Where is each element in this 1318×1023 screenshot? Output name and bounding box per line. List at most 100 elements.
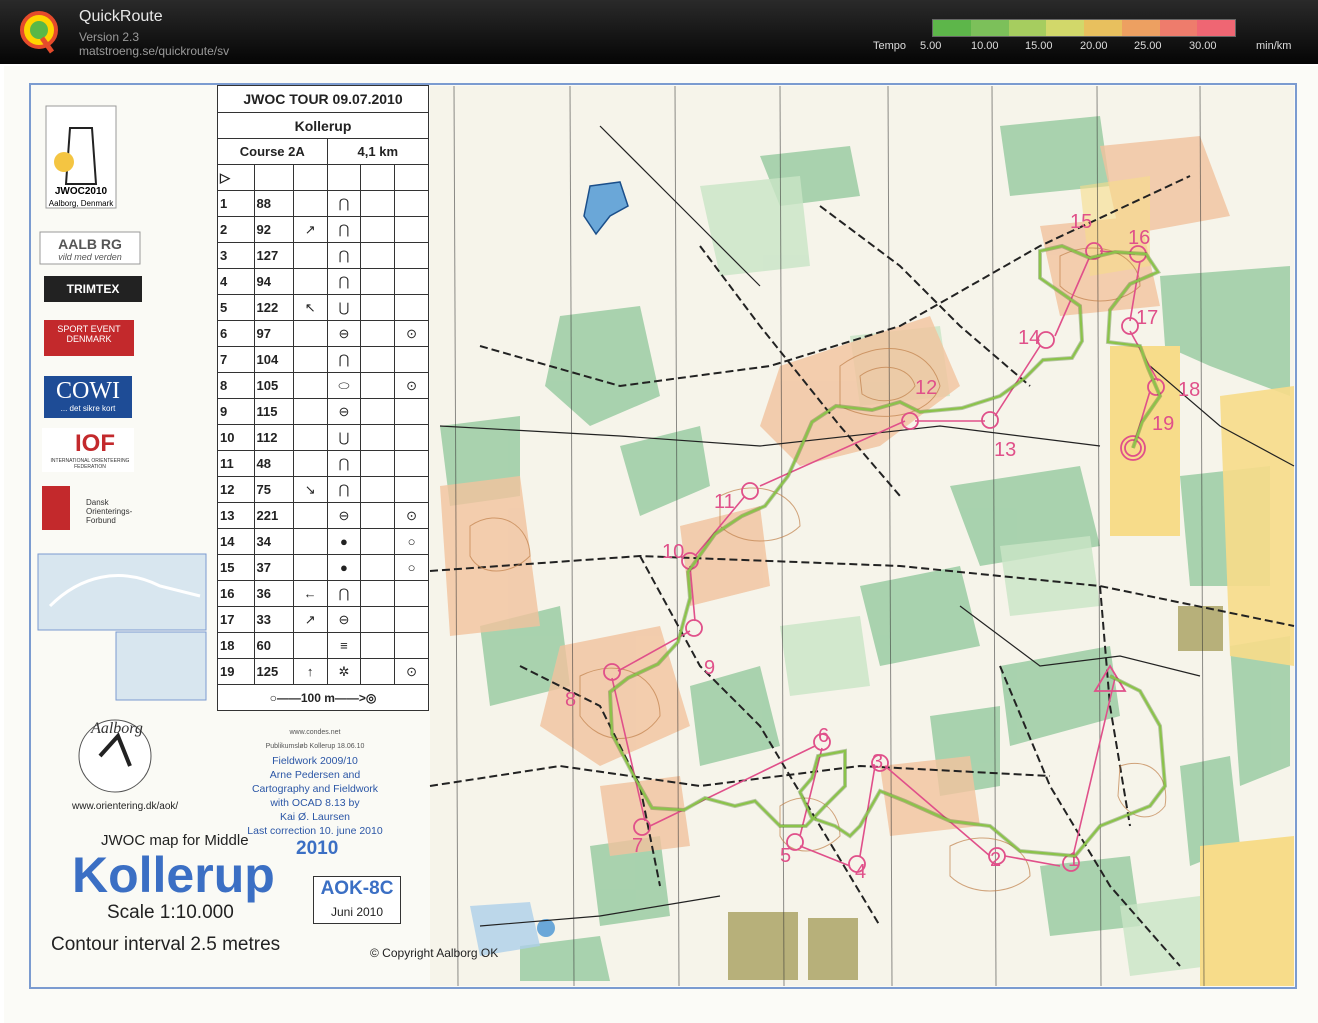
control-label: 19: [1152, 413, 1174, 435]
control-direction: [292, 450, 328, 477]
control-empty: [360, 216, 396, 243]
control-feature: ●: [326, 528, 362, 555]
control-number: 1: [217, 190, 255, 217]
control-number: 17: [217, 606, 255, 633]
credit-ocad: with OCAD 8.13 by: [270, 797, 360, 809]
control-number: 10: [217, 424, 255, 451]
control-number: 13: [217, 502, 255, 529]
control-label: 18: [1178, 379, 1200, 401]
control-row: 13 221 ⊖ ⊙: [217, 502, 429, 529]
control-code: 112: [253, 424, 294, 451]
control-direction: [292, 424, 328, 451]
tempo-color-swatch: [1046, 20, 1084, 36]
control-label: 13: [994, 439, 1016, 461]
control-code: 125: [253, 658, 294, 685]
control-extra: [394, 294, 429, 321]
control-feature: ⋃: [326, 294, 362, 321]
control-label: 3: [872, 751, 883, 773]
control-code: 37: [253, 554, 294, 581]
credit-cartography: Cartography and Fieldwork: [251, 783, 379, 795]
control-feature: ⊖: [326, 502, 362, 529]
control-empty: [360, 372, 396, 399]
control-extra: ⊙: [394, 372, 429, 399]
course-length: 4,1 km: [326, 138, 430, 165]
control-extra: [394, 398, 429, 425]
control-code: 34: [253, 528, 294, 555]
control-direction: [292, 346, 328, 373]
control-label: 11: [714, 491, 735, 513]
control-code: 122: [253, 294, 294, 321]
tempo-color-swatch: [1121, 20, 1160, 36]
control-number: 8: [217, 372, 255, 399]
control-code: 115: [253, 398, 294, 425]
control-row: 9 115 ⊖: [217, 398, 429, 425]
tempo-label: Tempo: [873, 40, 907, 52]
control-direction: [292, 528, 328, 555]
control-label: 10: [662, 541, 684, 563]
control-direction: [292, 268, 328, 295]
control-direction: ↑: [292, 658, 328, 685]
start-symbol: ▷: [217, 164, 255, 191]
control-label: 14: [1018, 327, 1040, 349]
control-number: 18: [217, 632, 255, 659]
control-number: 4: [217, 268, 255, 295]
control-number: 5: [217, 294, 255, 321]
control-feature: ⋂: [326, 268, 362, 295]
map-date: Juni 2010: [313, 901, 401, 924]
control-number: 9: [217, 398, 255, 425]
control-row: 11 48 ⋂: [217, 450, 429, 477]
tempo-color-scale: [932, 19, 1236, 37]
control-number: 14: [217, 528, 255, 555]
control-empty: [360, 554, 396, 581]
control-row: 12 75 ↘ ⋂: [217, 476, 429, 503]
tempo-tick: 5.00: [920, 40, 942, 52]
control-feature: ⊖: [326, 320, 362, 347]
control-row: 1 88 ⋂: [217, 190, 429, 217]
control-extra: [394, 632, 429, 659]
control-feature: ⋂: [326, 580, 362, 607]
course-name: Course 2A: [217, 138, 328, 165]
control-feature: ≡: [326, 632, 362, 659]
control-extra: [394, 450, 429, 477]
control-empty: [360, 268, 396, 295]
control-feature: ⋂: [326, 190, 362, 217]
aalborg-logo-text: AALB RG: [58, 236, 122, 252]
aalborg-club-text: Aalborg: [91, 720, 143, 737]
tempo-unit: min/km: [1256, 40, 1292, 52]
control-row: 17 33 ↗ ⊖: [217, 606, 429, 633]
control-direction: [292, 554, 328, 581]
control-empty: [360, 580, 396, 607]
tempo-tick: 20.00: [1080, 40, 1108, 52]
control-empty: [360, 658, 396, 685]
tempo-color-swatch: [1159, 20, 1198, 36]
credit-fieldwork: Fieldwork 2009/10: [272, 755, 358, 767]
control-empty: [360, 502, 396, 529]
map-code-badge: AOK-8C: [313, 876, 401, 902]
tempo-color-swatch: [933, 20, 971, 36]
control-code: 97: [253, 320, 294, 347]
control-label: 2: [990, 849, 1001, 871]
control-number: 2: [217, 216, 255, 243]
tempo-color-swatch: [1084, 20, 1122, 36]
control-code: 33: [253, 606, 294, 633]
app-url-link[interactable]: matstroeng.se/quickroute/sv: [79, 44, 229, 58]
control-label: 12: [915, 377, 937, 399]
control-empty: [360, 320, 396, 347]
control-direction: [292, 242, 328, 269]
cowi-text: COWI: [56, 378, 120, 404]
control-label: 8: [565, 689, 576, 711]
title-bar: QuickRoute Version 2.3 matstroeng.se/qui…: [0, 0, 1318, 64]
control-empty: [360, 242, 396, 269]
credit-fieldwork-by: Arne Pedersen and: [269, 769, 361, 781]
control-extra: [394, 424, 429, 451]
control-code: 36: [253, 580, 294, 607]
control-row: 14 34 ● ○: [217, 528, 429, 555]
control-number: 7: [217, 346, 255, 373]
control-row: 10 112 ⋃: [217, 424, 429, 451]
credit-author: Kai Ø. Laursen: [279, 811, 351, 823]
control-direction: ↗: [292, 216, 328, 243]
control-extra: [394, 268, 429, 295]
trimtex-text: TRIMTEX: [66, 282, 120, 296]
control-row: 4 94 ⋂: [217, 268, 429, 295]
control-empty: [360, 528, 396, 555]
